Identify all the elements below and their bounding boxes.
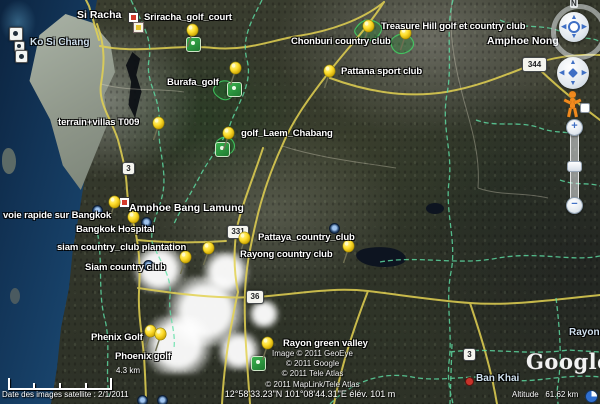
- move-left-arrow-icon[interactable]: ◀: [559, 70, 564, 77]
- map-label-amphoe-bang-lamung: Amphoe Bang Lamung: [129, 202, 244, 214]
- compass-north-label: N: [570, 0, 578, 8]
- look-center-eye-icon[interactable]: [568, 21, 580, 33]
- map-label-siam-country-club[interactable]: Siam country club: [85, 262, 166, 273]
- map-label-treasure-hill-golf-et-country-club[interactable]: Treasure Hill golf et country club: [381, 21, 525, 32]
- map-label-burafa-golf[interactable]: Burafa_golf: [167, 77, 219, 88]
- zoom-out-button[interactable]: −: [566, 197, 583, 214]
- altitude-label: Altitude 61.62 km: [512, 390, 578, 399]
- map-label-phenix-golf[interactable]: Phenix Golf: [91, 332, 143, 343]
- map-label-ko-si-chang: Ko Si Chang: [30, 37, 89, 48]
- scale-label: 4.3 km: [116, 366, 140, 375]
- look-down-arrow-icon[interactable]: ▼: [571, 33, 578, 40]
- map-label-rayong-country-club[interactable]: Rayong country club: [240, 249, 333, 260]
- map-label-pattana-sport-club[interactable]: Pattana sport club: [341, 66, 422, 77]
- map-label-chonburi-country-club[interactable]: Chonburi country club: [291, 36, 391, 47]
- map-label-pattaya-country-club[interactable]: Pattaya_country_club: [258, 232, 355, 243]
- look-right-arrow-icon[interactable]: ▶: [582, 24, 587, 31]
- pushpin-burafa-golf[interactable]: [226, 61, 242, 87]
- map-label-rayon-green-valley[interactable]: Rayon green valley: [283, 338, 368, 349]
- look-left-arrow-icon[interactable]: ◀: [561, 24, 566, 31]
- google-earth-window: Si Racha Ko Si Chang Sriracha_golf_court Tr…: [0, 0, 600, 404]
- map-label-sriracha-golf-court[interactable]: Sriracha_golf_court: [144, 12, 232, 23]
- road-shield-36: 36: [246, 290, 264, 304]
- pushpin-terrain-villas-t009[interactable]: [149, 116, 165, 142]
- pushpin-siam-country-club-plantation[interactable]: [199, 241, 215, 267]
- pushpin-golf-laem-chabang[interactable]: [219, 126, 235, 152]
- photo-viewpoint-icon[interactable]: [137, 395, 148, 404]
- look-joystick[interactable]: ▲ ▼ ◀ ▶: [559, 12, 589, 42]
- city-marker-yellow: [133, 22, 144, 33]
- move-up-arrow-icon[interactable]: ▲: [570, 59, 577, 66]
- pushpin-sriracha-golf-court[interactable]: [183, 23, 199, 49]
- copyright-line: Image © 2011 GeoEye: [230, 349, 395, 359]
- map-label-voie-rapide-sur-bangkok[interactable]: voie rapide sur Bangkok: [3, 210, 111, 221]
- photo-viewpoint-icon[interactable]: [157, 395, 168, 404]
- copyright-line: © 2011 Tele Atlas: [230, 369, 395, 379]
- photo-icon[interactable]: [15, 50, 28, 63]
- road-shield-3: 3: [122, 162, 135, 175]
- google-watermark: Google: [526, 349, 600, 374]
- map-label-terrain-villas-t009[interactable]: terrain+villas T009: [58, 117, 139, 128]
- move-right-arrow-icon[interactable]: ▶: [582, 70, 587, 77]
- move-joystick[interactable]: ▲ ▼ ◀ ▶: [557, 57, 589, 89]
- map-label-golf-laem-chabang[interactable]: golf_Laem_Chabang: [241, 128, 333, 139]
- pointer-coordinates: 12°58'33.23"N 101°08'44.31"E élév. 101 m: [185, 389, 435, 399]
- road-shield-344: 344: [522, 57, 547, 72]
- map-label-phoenix-golf[interactable]: Phoenix golf: [115, 351, 171, 362]
- street-view-pegman-icon[interactable]: [563, 91, 581, 117]
- copyright-line: © 2011 Google: [230, 359, 395, 369]
- map-label-ban-khai: Ban Khai: [476, 373, 519, 384]
- copyright-block: Image © 2011 GeoEye © 2011 Google © 2011…: [230, 349, 395, 390]
- road-shield-3: 3: [463, 348, 476, 361]
- look-up-arrow-icon[interactable]: ▲: [571, 14, 578, 21]
- imagery-date-label: Date des images satellite : 2/1/2011: [2, 390, 129, 399]
- photo-icon[interactable]: [9, 27, 23, 41]
- map-label-rayon: Rayon: [569, 327, 600, 338]
- streaming-progress-icon: [585, 390, 598, 403]
- move-down-arrow-icon[interactable]: ▼: [570, 80, 577, 87]
- city-marker-dot: [465, 377, 474, 386]
- zoom-slider-handle[interactable]: [567, 161, 582, 172]
- map-label-bangkok-hospital[interactable]: Bangkok Hospital: [76, 224, 155, 235]
- map-label-amphoe-nong: Amphoe Nong: [487, 35, 559, 47]
- pushpin-phoenix-golf[interactable]: [151, 327, 167, 353]
- move-center-icon[interactable]: [568, 68, 578, 78]
- pegman-tag: [580, 103, 590, 113]
- scale-bar: [8, 377, 112, 390]
- pushpin-pattana-sport-club[interactable]: [320, 64, 336, 90]
- placemarks-layer: Si Racha Ko Si Chang Sriracha_golf_court Tr…: [0, 0, 600, 404]
- zoom-in-button[interactable]: +: [566, 119, 583, 136]
- map-label-si-racha: Si Racha: [77, 9, 121, 21]
- pushpin-siam-country-club[interactable]: [176, 250, 192, 276]
- map-label-siam-country-club-plantation[interactable]: siam country_club plantation: [57, 242, 186, 253]
